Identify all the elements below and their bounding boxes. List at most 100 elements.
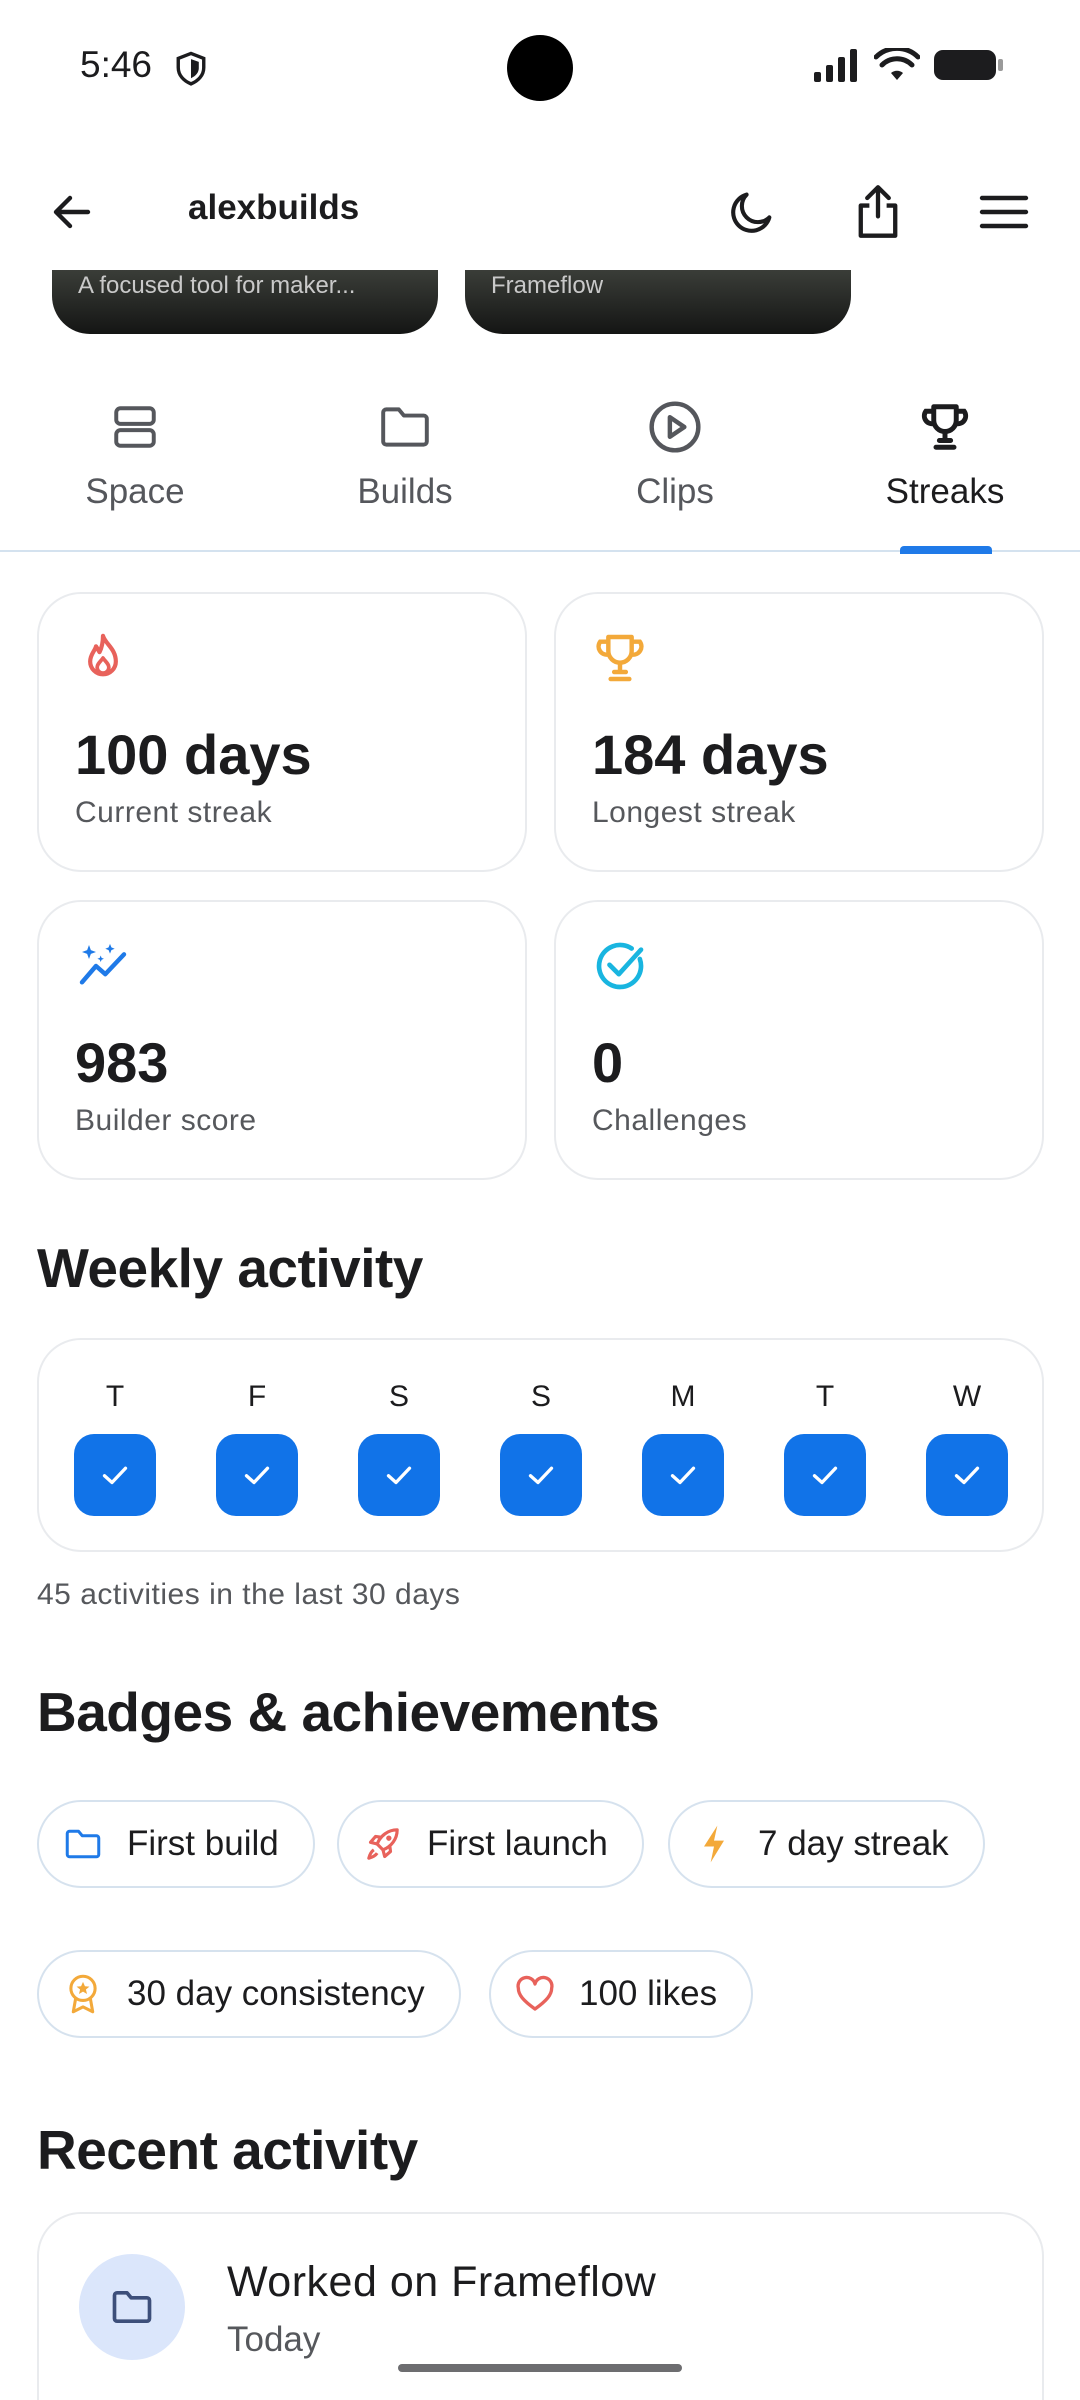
stat-label: Builder score (75, 1104, 257, 1137)
stat-label: Challenges (592, 1104, 748, 1137)
badge-7-day-streak[interactable]: 7 day streak (668, 1800, 985, 1888)
day-column: S (358, 1380, 440, 1516)
weekly-activity-heading: Weekly activity (37, 1237, 423, 1299)
back-button[interactable] (40, 180, 104, 244)
check-icon (102, 1466, 128, 1485)
battery-icon (934, 48, 1004, 87)
day-column: M (642, 1380, 724, 1516)
day-letter: W (952, 1380, 982, 1413)
stat-value: 0 (592, 1031, 624, 1094)
day-letter: T (815, 1380, 835, 1413)
badge-label: 30 day consistency (127, 1974, 425, 2013)
medal-icon (69, 1974, 97, 2014)
tab-label: Builds (357, 472, 453, 511)
day-column: W (926, 1380, 1008, 1516)
shield-icon (174, 50, 208, 93)
day-column: T (784, 1380, 866, 1516)
day-column: T (74, 1380, 156, 1516)
heart-icon (516, 1975, 554, 2011)
day-letter: T (105, 1380, 125, 1413)
stat-card-current-streak: 100 days Current streak (37, 592, 527, 872)
day-checkbox (216, 1434, 298, 1516)
stat-label: Current streak (75, 796, 273, 829)
status-bar: 5:46 (0, 0, 1080, 136)
day-letter: S (530, 1380, 551, 1413)
share-button[interactable] (844, 178, 912, 246)
day-checkbox (926, 1434, 1008, 1516)
camera-cutout (507, 35, 573, 101)
menu-button[interactable] (970, 178, 1038, 246)
app-header: alexbuilds (0, 156, 1080, 264)
rocket-icon (367, 1828, 399, 1860)
stat-value: 100 days (75, 723, 312, 786)
day-letter: F (247, 1380, 267, 1413)
profile-tabs: Space Builds Clips Streaks (0, 370, 1080, 554)
day-checkbox (642, 1434, 724, 1516)
dark-mode-button[interactable] (718, 178, 786, 246)
check-circle-icon (596, 942, 644, 990)
signal-icon (814, 48, 860, 87)
folder-icon (65, 1829, 101, 1859)
day-checkbox (358, 1434, 440, 1516)
hamburger-icon (979, 195, 1029, 229)
lightning-icon (704, 1825, 724, 1863)
badges-heading: Badges & achievements (37, 1681, 660, 1743)
badge-100-likes[interactable]: 100 likes (489, 1950, 754, 2038)
status-time: 5:46 (80, 44, 153, 85)
stat-card-longest-streak: 184 days Longest streak (554, 592, 1044, 872)
home-indicator[interactable] (398, 2364, 682, 2372)
space-icon (114, 406, 156, 448)
day-column: S (500, 1380, 582, 1516)
trophy-icon (921, 404, 969, 450)
stat-card-builder-score: 983 Builder score (37, 900, 527, 1180)
recent-activity-heading: Recent activity (37, 2119, 418, 2181)
check-icon (528, 1466, 554, 1485)
sparkle-chart-icon (79, 943, 127, 985)
stat-value: 184 days (592, 723, 829, 786)
badge-label: First launch (427, 1824, 608, 1863)
weekly-summary: 45 activities in the last 30 days (37, 1578, 461, 1611)
check-icon (670, 1466, 696, 1485)
badge-30-day-consistency[interactable]: 30 day consistency (37, 1950, 461, 2038)
tab-clips[interactable]: Clips (575, 396, 775, 536)
badge-label: First build (127, 1824, 279, 1863)
activity-time: Today (227, 2320, 321, 2359)
wifi-icon (873, 45, 921, 87)
day-letter: M (670, 1380, 696, 1413)
tab-builds[interactable]: Builds (305, 396, 505, 536)
build-cover-caption: Frameflow (491, 272, 604, 299)
day-checkbox (74, 1434, 156, 1516)
weekly-activity-card: T F S S M T W (37, 1338, 1044, 1552)
tab-space[interactable]: Space (35, 396, 235, 536)
arrow-left-icon (53, 195, 91, 229)
tab-label: Space (85, 472, 185, 511)
activity-avatar (79, 2254, 185, 2360)
moon-icon (731, 192, 772, 233)
folder-icon (381, 407, 429, 447)
stat-label: Longest streak (592, 796, 796, 829)
badge-first-launch[interactable]: First launch (337, 1800, 644, 1888)
folder-icon (112, 2291, 152, 2323)
share-icon (858, 185, 898, 238)
day-column: F (216, 1380, 298, 1516)
tab-streaks[interactable]: Streaks (845, 396, 1045, 536)
page-title: alexbuilds (188, 188, 360, 227)
build-cover-card[interactable]: Frameflow (465, 270, 851, 334)
stat-value: 983 (75, 1031, 169, 1094)
tab-label: Clips (636, 472, 714, 511)
stat-card-challenges: 0 Challenges (554, 900, 1044, 1180)
badge-first-build[interactable]: First build (37, 1800, 315, 1888)
trophy-icon (596, 634, 644, 682)
play-circle-icon (649, 401, 701, 453)
build-cover-card[interactable]: A focused tool for maker... (52, 270, 438, 334)
day-letter: S (388, 1380, 409, 1413)
day-checkbox (500, 1434, 582, 1516)
build-cover-caption: A focused tool for maker... (78, 272, 356, 299)
active-tab-indicator (900, 546, 992, 554)
check-icon (386, 1466, 412, 1485)
check-icon (812, 1466, 838, 1485)
badge-label: 7 day streak (758, 1824, 949, 1863)
day-checkbox (784, 1434, 866, 1516)
badge-label: 100 likes (579, 1974, 718, 2013)
flame-icon (88, 633, 118, 677)
